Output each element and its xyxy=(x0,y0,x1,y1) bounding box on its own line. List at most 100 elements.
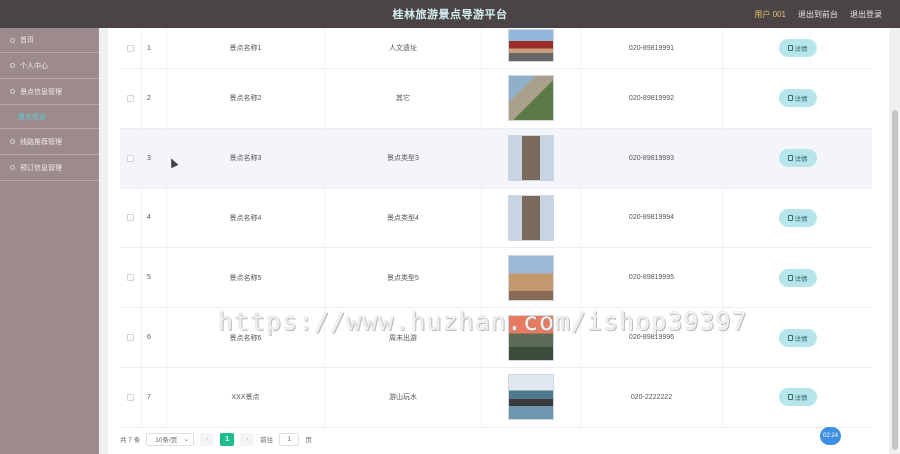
scenic-name: 景点名称1 xyxy=(167,28,325,68)
table-row: 5 景点名称5 景点类型5 020-89819995 详情 xyxy=(120,248,872,309)
menu-icon xyxy=(10,89,15,94)
scenic-type: 游山玩水 xyxy=(325,367,482,427)
prev-page-button[interactable]: ‹ xyxy=(200,432,215,446)
detail-button[interactable]: 详情 xyxy=(778,39,817,57)
floating-timer-badge[interactable]: 02:24 xyxy=(820,427,841,445)
watermark: https://www.huzhan.com/ishop39397 xyxy=(218,307,748,336)
document-icon xyxy=(787,45,793,51)
scenic-table: 1 景点名称1 人文遗址 020-89819991 详情 2 景点名称2 其它 … xyxy=(120,28,872,428)
goto-page-input[interactable]: 1 xyxy=(279,432,300,446)
row-index: 2 xyxy=(142,69,167,128)
detail-button[interactable]: 详情 xyxy=(778,89,817,108)
sidebar-item-label: 预订信息管理 xyxy=(20,164,62,172)
page-size-select[interactable]: 10条/页 ⌄ xyxy=(146,432,195,446)
document-icon xyxy=(787,274,793,281)
row-checkbox[interactable] xyxy=(127,274,134,282)
scenic-phone: 020-2222222 xyxy=(581,367,723,427)
header-actions: 用户 001 退出到前台 退出登录 xyxy=(754,0,882,28)
home-icon xyxy=(10,37,15,43)
row-checkbox[interactable] xyxy=(127,393,134,401)
detail-label: 详情 xyxy=(794,335,808,343)
sidebar-item-label: 线路推荐管理 xyxy=(20,138,62,146)
detail-button[interactable]: 详情 xyxy=(778,388,817,407)
logout-link[interactable]: 退出登录 xyxy=(850,9,882,20)
menu-icon xyxy=(10,139,15,144)
scenic-phone: 020-89819992 xyxy=(581,69,723,128)
scenic-thumbnail[interactable] xyxy=(508,194,554,241)
detail-button[interactable]: 详情 xyxy=(778,328,817,347)
goto-prefix: 前往 xyxy=(260,437,274,444)
sidebar-item-booking-management[interactable]: 预订信息管理 xyxy=(0,155,99,181)
scenic-type: 其它 xyxy=(325,69,482,128)
table-row: 3 景点名称3 景点类型3 020-89819993 详情 xyxy=(120,128,872,189)
row-index: 7 xyxy=(142,367,167,427)
scenic-type: 景点类型3 xyxy=(325,128,482,188)
page-size-value: 10条/页 xyxy=(155,437,178,444)
scenic-phone: 020-89819995 xyxy=(581,248,723,308)
table-row: 2 景点名称2 其它 020-89819992 详情 xyxy=(120,69,872,129)
total-count: 共 7 条 xyxy=(120,437,141,444)
row-index: 3 xyxy=(142,128,167,188)
row-index: 4 xyxy=(142,188,167,248)
next-page-button[interactable]: › xyxy=(240,432,255,446)
scenic-name: 景点名称3 xyxy=(167,128,325,188)
document-icon xyxy=(787,334,793,341)
scenic-thumbnail[interactable] xyxy=(508,135,554,182)
sidebar-item-label: 个人中心 xyxy=(20,62,48,70)
table-row: 1 景点名称1 人文遗址 020-89819991 详情 xyxy=(120,28,872,69)
scenic-thumbnail[interactable] xyxy=(508,374,554,421)
pagination: 共 7 条 10条/页 ⌄ ‹ 1 › 前往 1 页 xyxy=(120,432,312,446)
detail-label: 详情 xyxy=(794,156,808,164)
row-checkbox[interactable] xyxy=(127,214,134,222)
scenic-thumbnail[interactable] xyxy=(508,28,554,62)
scenic-type: 人文遗址 xyxy=(325,28,482,68)
detail-label: 详情 xyxy=(794,395,808,403)
chevron-down-icon: ⌄ xyxy=(183,436,190,443)
scrollbar[interactable] xyxy=(892,110,898,450)
sidebar-item-label: 首页 xyxy=(20,37,34,44)
scenic-type: 景点类型4 xyxy=(325,188,482,248)
row-checkbox[interactable] xyxy=(127,154,134,162)
goto-suffix: 页 xyxy=(305,437,312,444)
sidebar-item-label: 景点信息管理 xyxy=(20,88,62,96)
sidebar-item-route-management[interactable]: 线路推荐管理 xyxy=(0,129,99,155)
scenic-name: 景点名称5 xyxy=(167,248,325,308)
scenic-name: 景点名称2 xyxy=(167,69,325,128)
row-index: 1 xyxy=(142,28,167,68)
document-icon xyxy=(787,155,793,162)
top-bar: 桂林旅游景点导游平台 用户 001 退出到前台 退出登录 xyxy=(0,0,900,28)
scenic-name: 景点名称4 xyxy=(167,188,325,248)
sidebar: 首页 个人中心 景点信息管理 景点信息 线路推荐管理 预订信息管理 xyxy=(0,28,99,454)
scenic-phone: 020-89819991 xyxy=(581,28,723,68)
sidebar-item-profile[interactable]: 个人中心 xyxy=(0,53,99,79)
main-content: 1 景点名称1 人文遗址 020-89819991 详情 2 景点名称2 其它 … xyxy=(108,28,889,454)
user-icon xyxy=(10,63,15,68)
current-page[interactable]: 1 xyxy=(220,432,235,446)
table-row: 7 XXX景点 游山玩水 020-2222222 详情 xyxy=(120,367,872,428)
document-icon xyxy=(787,394,793,401)
sidebar-item-label: 景点信息 xyxy=(18,113,46,121)
row-index: 6 xyxy=(142,308,167,367)
detail-label: 详情 xyxy=(794,275,808,283)
back-to-front-link[interactable]: 退出到前台 xyxy=(798,9,838,20)
detail-button[interactable]: 详情 xyxy=(778,268,817,287)
detail-button[interactable]: 详情 xyxy=(778,208,817,227)
detail-button[interactable]: 详情 xyxy=(778,149,817,168)
sidebar-subitem-scenic-info[interactable]: 景点信息 xyxy=(0,105,99,129)
detail-label: 详情 xyxy=(794,46,808,53)
sidebar-item-home[interactable]: 首页 xyxy=(0,28,99,53)
document-icon xyxy=(787,95,793,102)
table-row: 4 景点名称4 景点类型4 020-89819994 详情 xyxy=(120,188,872,249)
row-index: 5 xyxy=(142,248,167,308)
current-user: 用户 001 xyxy=(754,9,786,19)
row-checkbox[interactable] xyxy=(127,44,134,52)
scenic-thumbnail[interactable] xyxy=(508,75,554,122)
scenic-thumbnail[interactable] xyxy=(508,254,554,301)
document-icon xyxy=(787,214,793,221)
menu-icon xyxy=(10,165,15,170)
sidebar-item-scenic-management[interactable]: 景点信息管理 xyxy=(0,79,99,105)
detail-label: 详情 xyxy=(794,96,808,104)
row-checkbox[interactable] xyxy=(127,94,134,102)
row-checkbox[interactable] xyxy=(127,334,134,342)
scenic-type: 景点类型5 xyxy=(325,248,482,308)
